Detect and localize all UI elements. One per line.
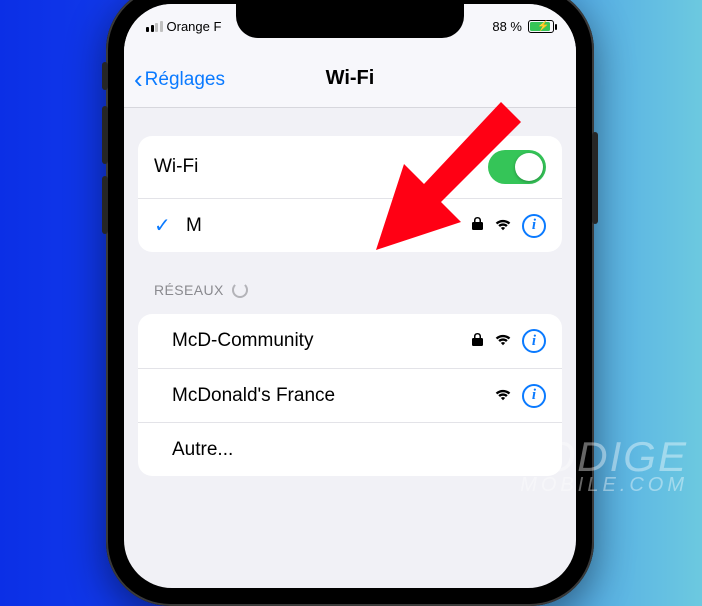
connected-network-row[interactable]: ✓ M i (138, 198, 562, 252)
volume-up (102, 106, 108, 164)
content: Wi-Fi ✓ M i (124, 136, 576, 476)
phone-frame: Orange F 88 % ⚡ ‹ Réglages Wi-Fi Wi-Fi (106, 0, 594, 606)
other-label: Autre... (154, 439, 546, 461)
networks-header: RÉSEAUX (138, 282, 562, 306)
checkmark-icon: ✓ (154, 213, 174, 238)
volume-down (102, 176, 108, 234)
lock-icon (471, 332, 484, 351)
wifi-toggle[interactable] (488, 150, 546, 184)
network-row[interactable]: McDonald's France i (138, 368, 562, 422)
wifi-toggle-label: Wi-Fi (154, 156, 476, 178)
back-label: Réglages (145, 69, 225, 91)
spinner-icon (232, 282, 248, 298)
info-icon[interactable]: i (522, 384, 546, 408)
network-name: McDonald's France (154, 385, 482, 407)
screen: Orange F 88 % ⚡ ‹ Réglages Wi-Fi Wi-Fi (124, 4, 576, 588)
status-bar: Orange F 88 % ⚡ (124, 10, 576, 42)
battery-percent: 88 % (492, 19, 522, 34)
networks-group: McD-Community i McDonald's France (138, 314, 562, 476)
wifi-icon (494, 330, 512, 352)
network-name: McD-Community (154, 330, 459, 352)
wifi-toggle-group: Wi-Fi ✓ M i (138, 136, 562, 252)
lock-icon (471, 216, 484, 235)
signal-icon (146, 21, 163, 32)
page-title: Wi-Fi (326, 67, 375, 90)
network-row[interactable]: McD-Community i (138, 314, 562, 368)
wifi-toggle-row[interactable]: Wi-Fi (138, 136, 562, 198)
power-button (592, 132, 598, 224)
mute-switch (102, 62, 108, 90)
back-button[interactable]: ‹ Réglages (134, 69, 225, 91)
info-icon[interactable]: i (522, 329, 546, 353)
carrier-label: Orange F (167, 19, 222, 34)
wifi-icon (494, 215, 512, 237)
wifi-icon (494, 385, 512, 407)
info-icon[interactable]: i (522, 214, 546, 238)
other-network-row[interactable]: Autre... (138, 422, 562, 476)
battery-icon: ⚡ (528, 20, 554, 33)
connected-network-name: M (186, 215, 459, 237)
networks-header-label: RÉSEAUX (154, 282, 224, 298)
